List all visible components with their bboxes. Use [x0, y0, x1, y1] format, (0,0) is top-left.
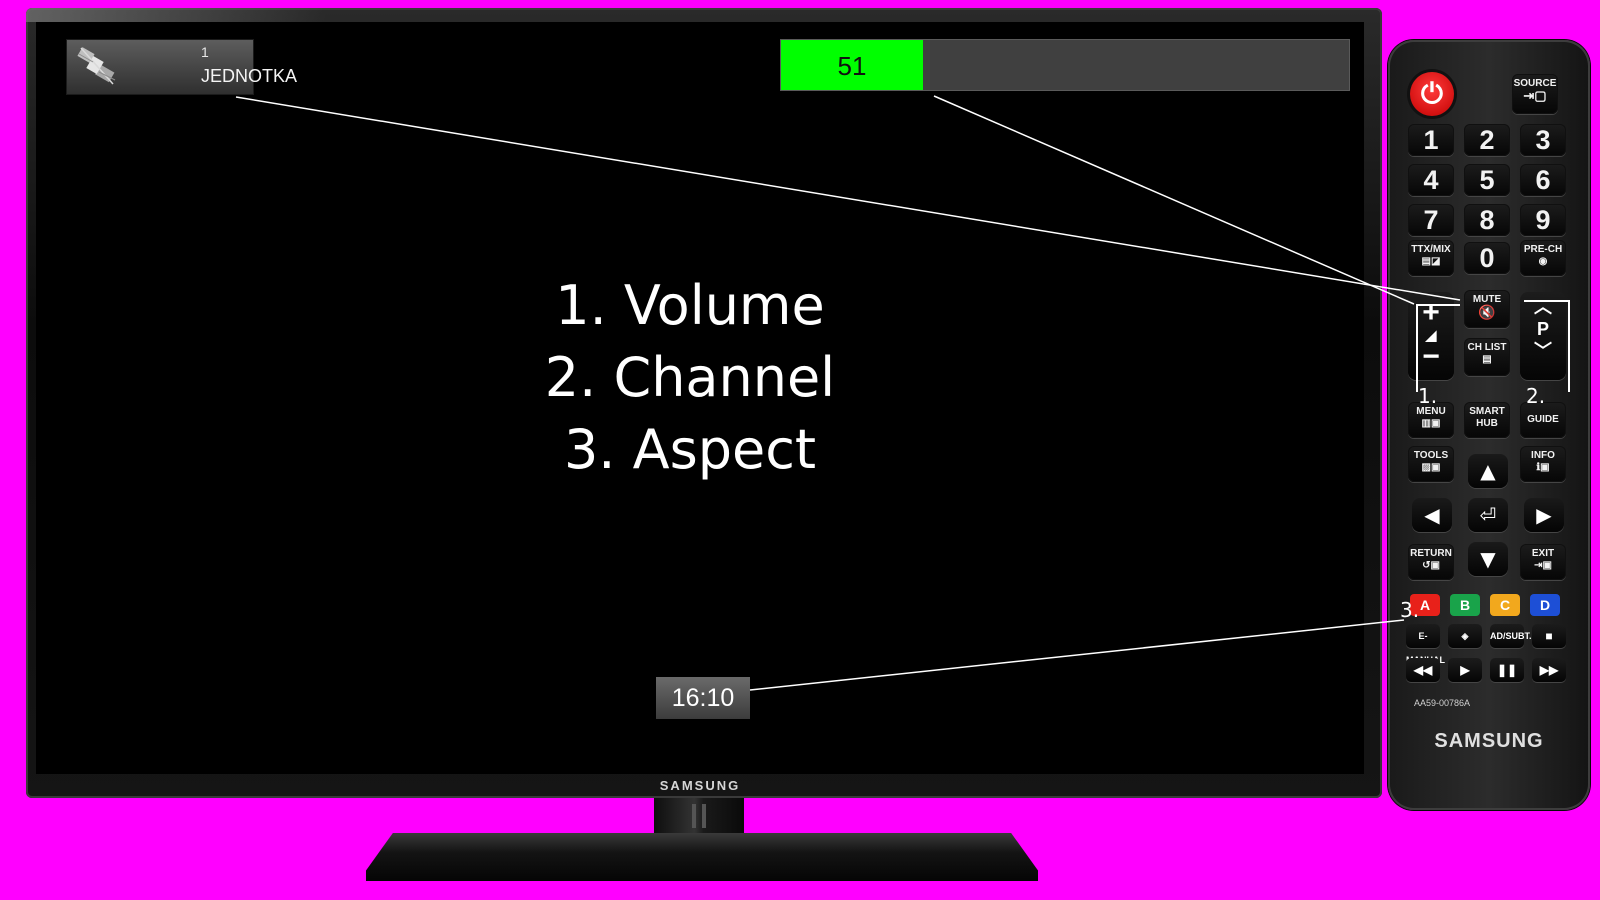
- tv-stand-neck: [654, 798, 744, 836]
- dpad-down-button[interactable]: ▼: [1468, 542, 1508, 576]
- exit-label: EXIT: [1531, 548, 1555, 559]
- neck-slot: [692, 804, 696, 828]
- legend-item-channel: 2. Channel: [544, 346, 836, 409]
- dpad-right-button[interactable]: ▶: [1524, 498, 1564, 532]
- e-manual-button[interactable]: E-MANUAL: [1406, 624, 1445, 665]
- ttx-mix-label: TTX/MIX: [1411, 244, 1451, 255]
- channel-name: JEDNOTKA: [201, 66, 298, 86]
- ad-subt-button[interactable]: AD/SUBT.: [1490, 624, 1532, 648]
- ch-list-button[interactable]: CH LIST ▤: [1464, 338, 1510, 376]
- legend-item-aspect: 3. Aspect: [563, 418, 817, 481]
- pause-button[interactable]: ❚❚: [1490, 658, 1524, 682]
- ch-list-label: CH LIST: [1467, 342, 1507, 353]
- power-icon: ⏻: [1420, 77, 1444, 110]
- neck-slot: [702, 804, 706, 828]
- return-icon: ↺▣: [1422, 560, 1440, 571]
- info-icon: ℹ▣: [1536, 462, 1550, 473]
- volume-value: 51: [837, 51, 867, 81]
- remote-control: ⏻ SOURCE ⇥▢ 1 2 3 4 5 6 7 8 9 TTX/MIX ▤◪…: [1388, 40, 1590, 810]
- color-button-d[interactable]: D: [1530, 594, 1560, 616]
- digit-button-9[interactable]: 9: [1520, 204, 1566, 236]
- dpad-up-button[interactable]: ▲: [1468, 454, 1508, 488]
- stop-icon: ■: [1545, 629, 1553, 643]
- stop-button[interactable]: ■: [1532, 624, 1566, 648]
- return-label: RETURN: [1410, 548, 1452, 559]
- ttx-mix-button[interactable]: TTX/MIX ▤◪: [1408, 240, 1454, 276]
- pre-ch-label: PRE-CH: [1523, 244, 1563, 255]
- play-icon: ▶: [1460, 663, 1470, 677]
- satellite-icon: [77, 47, 116, 85]
- volume-marker: 1.: [1418, 384, 1438, 408]
- channel-marker: 2.: [1526, 384, 1546, 408]
- rewind-icon: ◀◀: [1413, 663, 1433, 677]
- remote-brand-logo: SAMSUNG: [1434, 730, 1544, 752]
- legend: 1. Volume 2. Channel 3. Aspect: [480, 270, 900, 486]
- aspect-ratio-indicator: 16:10: [656, 677, 750, 719]
- volume-bracket: [1416, 304, 1460, 392]
- fast-forward-button[interactable]: ▶▶: [1532, 658, 1566, 682]
- info-label: INFO: [1531, 450, 1555, 461]
- dpad-left-button[interactable]: ◀: [1412, 498, 1452, 532]
- legend-item-volume: 1. Volume: [555, 274, 825, 337]
- remote-model-number: AA59-00786A: [1414, 698, 1471, 708]
- tools-label: TOOLS: [1413, 450, 1449, 461]
- exit-icon: ⇥▣: [1534, 560, 1552, 571]
- mute-button[interactable]: MUTE 🔇: [1464, 290, 1510, 328]
- dpad-enter-button[interactable]: ⏎: [1468, 498, 1508, 532]
- smart-hub-button[interactable]: SMART HUB: [1464, 402, 1510, 438]
- exit-button[interactable]: EXIT ⇥▣: [1520, 544, 1566, 580]
- stage: SAMSUNG 1 JEDNOTKA 51 1. Volume 2. Chann…: [0, 0, 1600, 900]
- channel-bracket: [1524, 300, 1570, 392]
- menu-icon: ▥▣: [1421, 418, 1441, 429]
- ttx-icon: ▤◪: [1421, 256, 1441, 267]
- tv-stand-base: [366, 833, 1038, 881]
- digit-button-3[interactable]: 3: [1520, 124, 1566, 156]
- return-button[interactable]: RETURN ↺▣: [1408, 544, 1454, 580]
- source-icon: ⇥▢: [1523, 88, 1547, 103]
- volume-bar: 51: [780, 39, 1350, 91]
- pause-icon: ❚❚: [1496, 663, 1518, 677]
- rewind-button[interactable]: ◀◀: [1406, 658, 1440, 682]
- bezel-gloss: [26, 8, 326, 22]
- digit-button-6[interactable]: 6: [1520, 164, 1566, 196]
- color-button-c[interactable]: C: [1490, 594, 1520, 616]
- digit-button-4[interactable]: 4: [1408, 164, 1454, 196]
- tools-icon: ▨▣: [1421, 462, 1441, 473]
- 3d-button[interactable]: ◈: [1448, 624, 1482, 648]
- digit-button-1[interactable]: 1: [1408, 124, 1454, 156]
- play-button[interactable]: ▶: [1448, 658, 1482, 682]
- channel-badge: 1 JEDNOTKA: [66, 39, 297, 95]
- pre-ch-button[interactable]: PRE-CH ◉: [1520, 240, 1566, 276]
- tv-brand-logo: SAMSUNG: [659, 778, 741, 793]
- aspect-marker: 3.: [1400, 598, 1420, 622]
- source-button[interactable]: SOURCE ⇥▢: [1512, 74, 1558, 114]
- color-button-b[interactable]: B: [1450, 594, 1480, 616]
- digit-button-2[interactable]: 2: [1464, 124, 1510, 156]
- digit-button-8[interactable]: 8: [1464, 204, 1510, 236]
- channel-number: 1: [201, 44, 209, 60]
- pre-ch-icon: ◉: [1538, 256, 1548, 267]
- info-button[interactable]: INFO ℹ▣: [1520, 446, 1566, 482]
- power-button[interactable]: ⏻: [1410, 72, 1454, 116]
- 3d-icon: ◈: [1461, 631, 1469, 641]
- digit-button-7[interactable]: 7: [1408, 204, 1454, 236]
- digit-button-5[interactable]: 5: [1464, 164, 1510, 196]
- ch-list-icon: ▤: [1482, 354, 1492, 365]
- mute-icon: 🔇: [1478, 304, 1496, 320]
- tools-button[interactable]: TOOLS ▨▣: [1408, 446, 1454, 482]
- digit-button-0[interactable]: 0: [1464, 242, 1510, 274]
- fast-forward-icon: ▶▶: [1539, 663, 1559, 677]
